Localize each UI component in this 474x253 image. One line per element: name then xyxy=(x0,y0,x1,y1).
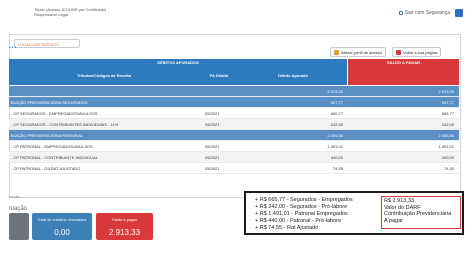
logout-link[interactable]: Sair com Segurança xyxy=(398,10,450,16)
annotation-total: R$ 2.913,33 Valor do DARF Contribuição P… xyxy=(381,196,461,229)
row-saldo: 665,77 xyxy=(441,111,454,116)
annotation-total-line: A pagar xyxy=(384,217,403,224)
row-debito: 665,77 xyxy=(330,111,343,116)
row-desc: - CP PATRONAL - GILRAT AJUSTADO xyxy=(11,166,81,171)
row-debito: 74,55 xyxy=(332,166,343,171)
saldo-card-label: Saldo a pagar xyxy=(112,217,137,222)
logout-label: Sair com Segurança xyxy=(404,10,450,16)
col-tributos-header: Tributos/Códigos de Receita xyxy=(9,66,199,85)
table-row: - CP PATRONAL - CONTRIBUINTE INDIVIDUAL … xyxy=(9,152,459,163)
row-pa: 05/2021 xyxy=(205,122,220,127)
debitos-table: 2.913,33 2.913,33 BUIÇÃO PREVIDENCIÁRIA … xyxy=(9,86,459,174)
row-saldo: 242,00 xyxy=(441,122,454,127)
table-row: - CP SEGURADOS - EMPREGADOS/AVULSOS 05/2… xyxy=(9,108,459,119)
row-saldo: 74,55 xyxy=(443,166,454,171)
annotation-line: + R$ 1.491,01 - Patronal Empregados xyxy=(255,211,348,217)
annotation-line: + R$ 665,77 - Segurados - Empregados xyxy=(255,197,353,203)
search-input[interactable]: LOCALIZAR SERVIÇO xyxy=(14,39,80,48)
row-desc: BUIÇÃO PREVIDENCIÁRIA PATRONAL xyxy=(11,133,84,138)
row-pa: 05/2021 xyxy=(205,155,220,160)
summary-caption: uação xyxy=(9,194,20,199)
change-profile-label: Alterar perfil de acesso xyxy=(341,49,382,55)
row-pa: 05/2021 xyxy=(205,166,220,171)
annotation-total-line: Contribuição Previdenciária xyxy=(384,211,452,217)
col-pa-header: PA Débito xyxy=(199,66,239,85)
total-creditos-value: 0,00 xyxy=(54,228,70,237)
summary-section-title: tuação xyxy=(9,206,28,212)
row-debito: 1.491,01 xyxy=(327,144,343,149)
table-row: - CP SEGURADOS - CONTRIBUINTES INDIVIDUA… xyxy=(9,119,459,130)
row-debito: 907,77 xyxy=(330,100,343,105)
table-row: BUIÇÃO PREVIDENCIÁRIA PATRONAL 2.005,56 … xyxy=(9,130,459,141)
annotation-line: + R$ 440,00 - Patronal - Pró-labore xyxy=(255,218,342,224)
annotation-box: + R$ 665,77 - Segurados - Empregados + R… xyxy=(244,191,464,235)
saldo-card: Saldo a pagar 2.913,33 xyxy=(96,213,153,240)
table-row: - CP PATRONAL - EMPREGADOS/AVULSOS 05/20… xyxy=(9,141,459,152)
table-row: - CP PATRONAL - GILRAT AJUSTADO 05/2021 … xyxy=(9,163,459,174)
row-pa: 05/2021 xyxy=(205,144,220,149)
col-debito-header: Débito Apurado xyxy=(239,66,347,85)
row-debito: 2.005,56 xyxy=(327,133,343,138)
row-pa: 05/2021 xyxy=(205,111,220,116)
user-info: Titular (Acesso ICOLIBR por Certificado)… xyxy=(34,7,106,17)
debitos-apurados-header: DÉBITOS APURADOS xyxy=(9,59,347,66)
row-saldo: 907,77 xyxy=(441,100,454,105)
row-desc: BUIÇÃO PREVIDENCIÁRIA SEGURADOS xyxy=(11,100,88,105)
total-creditos-label: Total de créditos vinculados xyxy=(37,217,87,222)
row-desc: - CP SEGURADOS - EMPREGADOS/AVULSOS xyxy=(11,111,98,116)
saldo-a-pagar-header: SALDO A PAGAR xyxy=(348,59,459,85)
home-icon xyxy=(396,49,401,55)
row-desc: - CP PATRONAL - EMPREGADOS/AVULSOS xyxy=(11,144,93,149)
row-saldo: 2.005,56 xyxy=(438,133,454,138)
row-saldo: 2.913,33 xyxy=(438,89,454,94)
saldo-card-value: 2.913,33 xyxy=(108,228,141,237)
profile-icon xyxy=(334,49,339,55)
row-debito: 2.913,33 xyxy=(327,89,343,94)
row-desc: - CP PATRONAL - CONTRIBUINTE INDIVIDUAL xyxy=(11,155,98,160)
total-creditos-card: Total de créditos vinculados 0,00 xyxy=(32,213,92,240)
back-home-button[interactable]: Voltar a sua página xyxy=(392,47,442,57)
annotation-breakdown: + R$ 665,77 - Segurados - Empregados + R… xyxy=(255,197,353,232)
table-row: 2.913,33 2.913,33 xyxy=(9,86,459,97)
total-debitos-card xyxy=(9,213,29,240)
scroll-top-button[interactable] xyxy=(455,9,463,17)
change-profile-button[interactable]: Alterar perfil de acesso xyxy=(330,47,386,57)
lock-icon xyxy=(398,11,403,15)
row-saldo: 440,00 xyxy=(441,155,454,160)
row-saldo: 1.491,01 xyxy=(438,144,454,149)
back-home-label: Voltar a sua página xyxy=(403,49,438,55)
row-debito: 440,00 xyxy=(330,155,343,160)
row-desc: - CP SEGURADOS - CONTRIBUINTES INDIVIDUA… xyxy=(11,122,119,127)
responsavel-text: Responsável Legal xyxy=(34,12,69,17)
row-debito: 242,00 xyxy=(330,122,343,127)
annotation-line: + R$ 242,00 - Segurados - Pró-labore xyxy=(255,204,348,210)
annotation-line: + R$ 74,55 - Rat Ajustado xyxy=(255,225,319,231)
more-dots-icon[interactable]: ••• xyxy=(9,45,17,51)
table-row: BUIÇÃO PREVIDENCIÁRIA SEGURADOS 907,77 9… xyxy=(9,97,459,108)
